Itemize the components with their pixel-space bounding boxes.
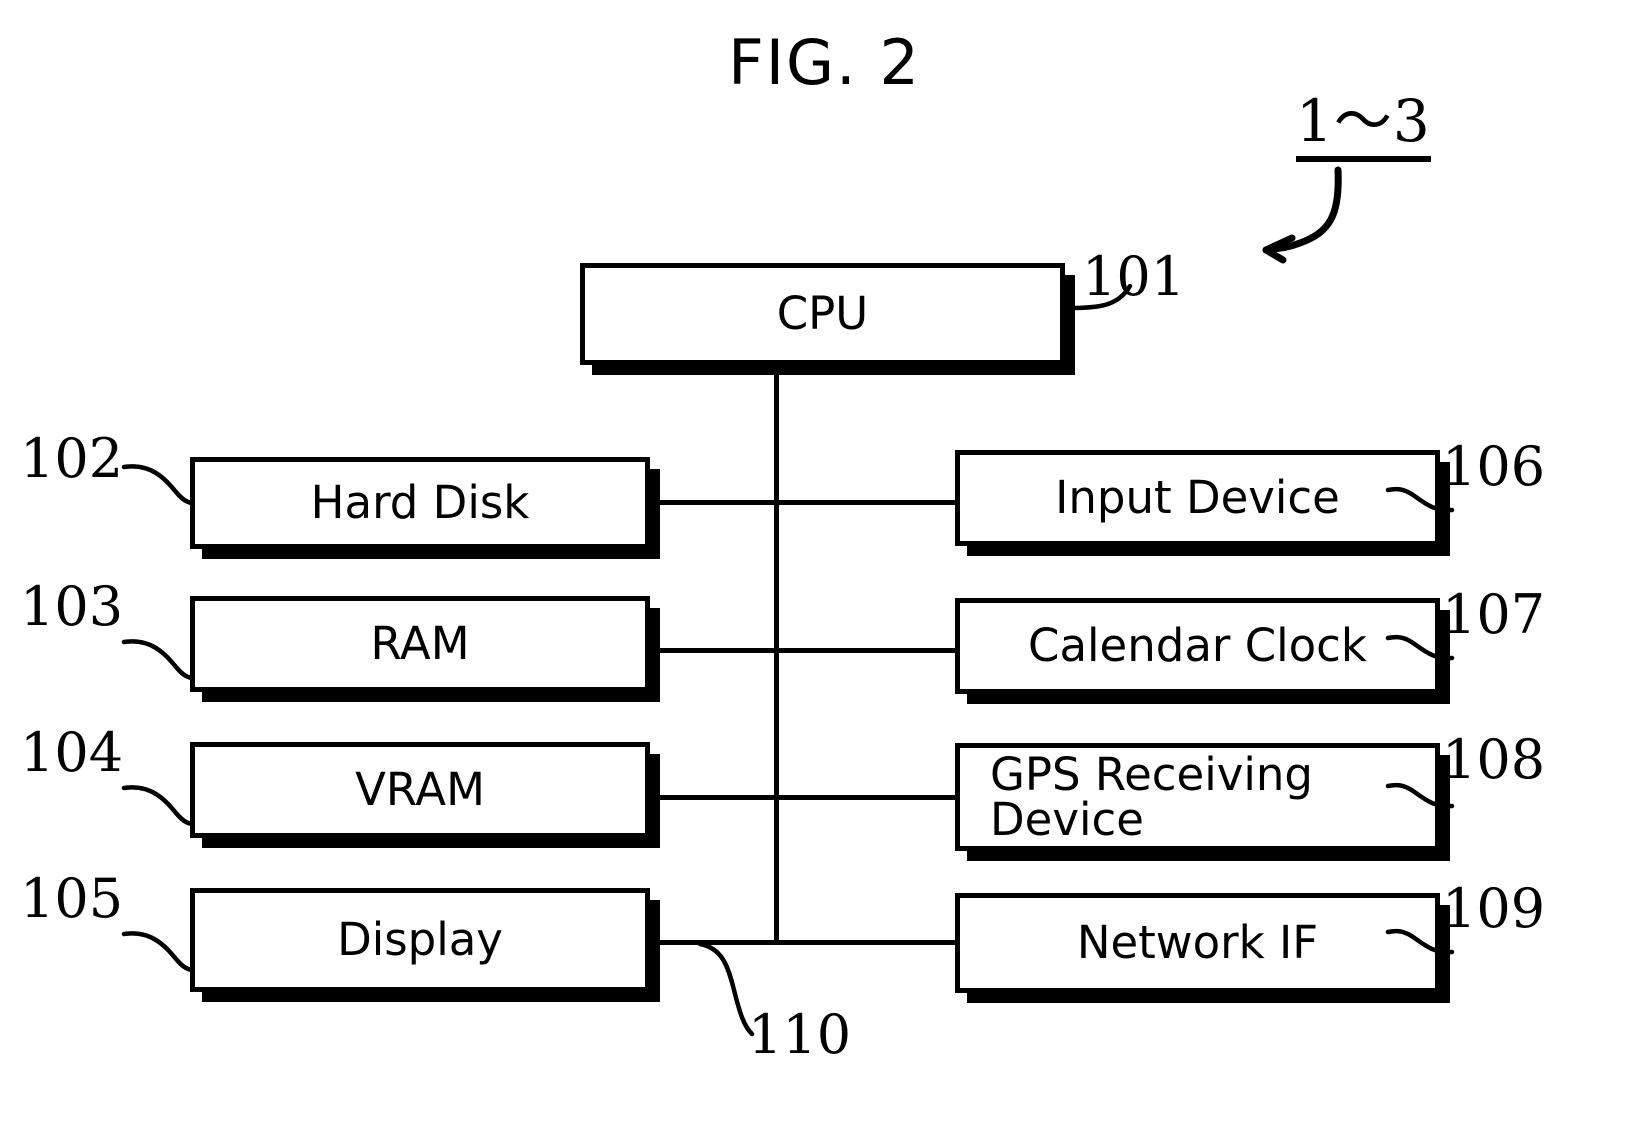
leader-105 bbox=[121, 931, 195, 973]
ref-numeral-104: 104 bbox=[20, 721, 124, 784]
bus-vertical-segment bbox=[774, 365, 779, 943]
ref-numeral-107: 107 bbox=[1442, 583, 1546, 646]
bus-branch-harddisk-input bbox=[650, 500, 962, 505]
block-gps-receiving-device[interactable]: GPS Receiving Device bbox=[955, 743, 1440, 851]
block-vram[interactable]: VRAM bbox=[190, 742, 650, 838]
block-vram-label: VRAM bbox=[355, 763, 485, 817]
leader-103 bbox=[121, 639, 195, 681]
block-cpu[interactable]: CPU bbox=[580, 263, 1065, 365]
ref-numeral-106: 106 bbox=[1442, 435, 1546, 498]
ref-numeral-105: 105 bbox=[20, 867, 124, 930]
block-ram-label: RAM bbox=[370, 617, 470, 671]
ref-numeral-108: 108 bbox=[1442, 728, 1546, 791]
block-gps-receiving-device-label: GPS Receiving Device bbox=[990, 748, 1313, 846]
block-calendar-clock-label: Calendar Clock bbox=[1028, 619, 1367, 673]
system-reference-arrow bbox=[1262, 166, 1342, 254]
block-hard-disk-label: Hard Disk bbox=[310, 476, 530, 530]
block-ram[interactable]: RAM bbox=[190, 596, 650, 692]
block-input-device-label: Input Device bbox=[1055, 471, 1340, 525]
bus-branch-ram-clock bbox=[650, 648, 962, 653]
block-hard-disk[interactable]: Hard Disk bbox=[190, 457, 650, 549]
block-calendar-clock[interactable]: Calendar Clock bbox=[955, 598, 1440, 694]
block-display-label: Display bbox=[337, 913, 503, 967]
block-network-if[interactable]: Network IF bbox=[955, 893, 1440, 993]
block-input-device[interactable]: Input Device bbox=[955, 450, 1440, 546]
system-reference-label: 1～3 bbox=[1296, 92, 1431, 162]
block-cpu-label: CPU bbox=[776, 287, 869, 341]
ref-numeral-109: 109 bbox=[1442, 877, 1546, 940]
bus-branch-vram-gps bbox=[650, 795, 962, 800]
figure-canvas: FIG. 2 1～3 CPU Hard Disk RAM VRAM Displa… bbox=[0, 0, 1649, 1128]
leader-110 bbox=[697, 941, 755, 1037]
block-network-if-label: Network IF bbox=[1076, 916, 1319, 970]
system-reference-arrowhead bbox=[1262, 234, 1296, 264]
block-display[interactable]: Display bbox=[190, 888, 650, 992]
leader-104 bbox=[121, 785, 195, 827]
ref-numeral-101: 101 bbox=[1082, 245, 1186, 308]
ref-numeral-102: 102 bbox=[20, 427, 124, 490]
ref-numeral-103: 103 bbox=[20, 575, 124, 638]
bus-branch-display-network bbox=[650, 940, 962, 945]
leader-102 bbox=[121, 464, 195, 506]
ref-numeral-110: 110 bbox=[748, 1003, 852, 1066]
